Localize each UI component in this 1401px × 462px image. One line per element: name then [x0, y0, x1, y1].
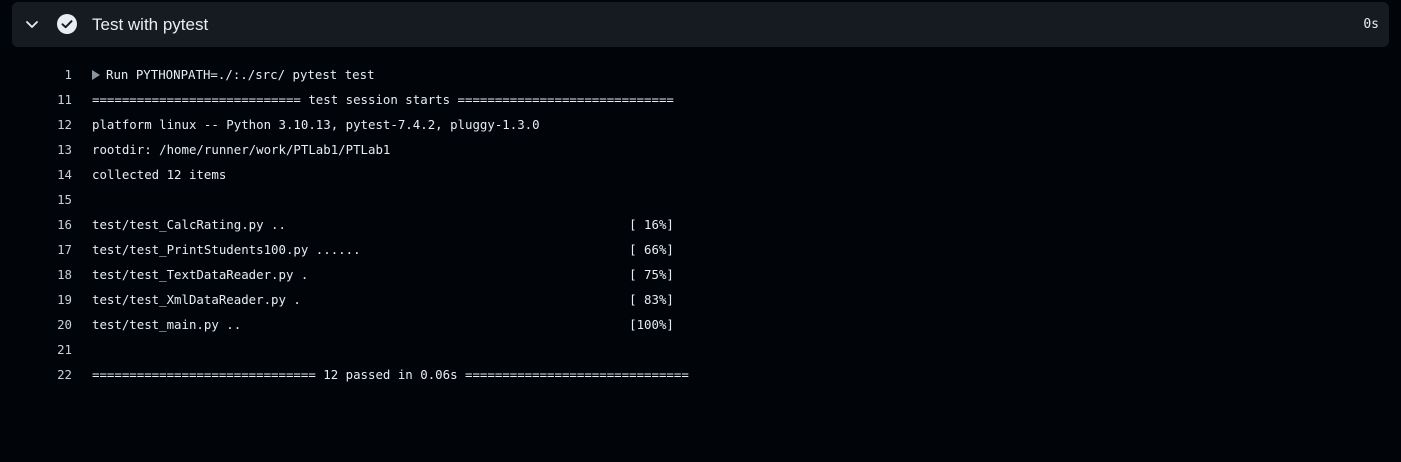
log-line-text: rootdir: /home/runner/work/PTLab1/PTLab1	[92, 142, 391, 157]
line-number[interactable]: 17	[57, 237, 72, 262]
log-line: 22 ============================== 12 pas…	[0, 362, 1401, 387]
log-line: 17 test/test_PrintStudents100.py ...... …	[0, 237, 1401, 262]
log-line: 11 ============================ test ses…	[0, 87, 1401, 112]
line-number[interactable]: 15	[57, 187, 72, 212]
log-line: 14 collected 12 items	[0, 162, 1401, 187]
step-header[interactable]: Test with pytest 0s	[12, 2, 1389, 47]
line-number[interactable]: 11	[57, 87, 72, 112]
line-number[interactable]: 19	[57, 287, 72, 312]
line-number[interactable]: 14	[57, 162, 72, 187]
line-number[interactable]: 18	[57, 262, 72, 287]
log-line: 16 test/test_CalcRating.py .. [ 16%]	[0, 212, 1401, 237]
log-line-text: collected 12 items	[92, 167, 227, 182]
check-circle-icon	[57, 14, 77, 34]
log-output: 1 Run PYTHONPATH=./:./src/ pytest test 1…	[0, 62, 1401, 387]
log-line-text: test/test_XmlDataReader.py . [ 83%]	[92, 292, 674, 307]
log-line: 12 platform linux -- Python 3.10.13, pyt…	[0, 112, 1401, 137]
line-number[interactable]: 1	[65, 62, 72, 87]
log-line: 19 test/test_XmlDataReader.py . [ 83%]	[0, 287, 1401, 312]
line-number[interactable]: 16	[57, 212, 72, 237]
chevron-down-icon[interactable]	[24, 16, 40, 32]
expand-triangle-icon[interactable]	[92, 70, 100, 80]
log-line: 15	[0, 187, 1401, 212]
log-line: 18 test/test_TextDataReader.py . [ 75%]	[0, 262, 1401, 287]
log-line-text: ============================ test sessio…	[92, 92, 674, 107]
log-line[interactable]: 1 Run PYTHONPATH=./:./src/ pytest test	[0, 62, 1401, 87]
line-number[interactable]: 13	[57, 137, 72, 162]
log-line-text: platform linux -- Python 3.10.13, pytest…	[92, 117, 540, 132]
log-line-text: test/test_main.py .. [100%]	[92, 317, 674, 332]
line-number[interactable]: 12	[57, 112, 72, 137]
log-line-text: test/test_CalcRating.py .. [ 16%]	[92, 217, 674, 232]
log-line-text[interactable]: Run PYTHONPATH=./:./src/ pytest test	[92, 62, 375, 87]
step-duration: 0s	[1363, 17, 1379, 32]
step-title: Test with pytest	[92, 15, 209, 34]
log-line-text: test/test_PrintStudents100.py ...... [ 6…	[92, 242, 674, 257]
run-command: Run PYTHONPATH=./:./src/ pytest test	[106, 67, 375, 82]
log-line: 13 rootdir: /home/runner/work/PTLab1/PTL…	[0, 137, 1401, 162]
log-line: 20 test/test_main.py .. [100%]	[0, 312, 1401, 337]
log-line-text: test/test_TextDataReader.py . [ 75%]	[92, 267, 674, 282]
line-number[interactable]: 20	[57, 312, 72, 337]
log-line: 21	[0, 337, 1401, 362]
log-line-text: ============================== 12 passed…	[92, 367, 689, 382]
line-number[interactable]: 22	[57, 362, 72, 387]
line-number[interactable]: 21	[57, 337, 72, 362]
